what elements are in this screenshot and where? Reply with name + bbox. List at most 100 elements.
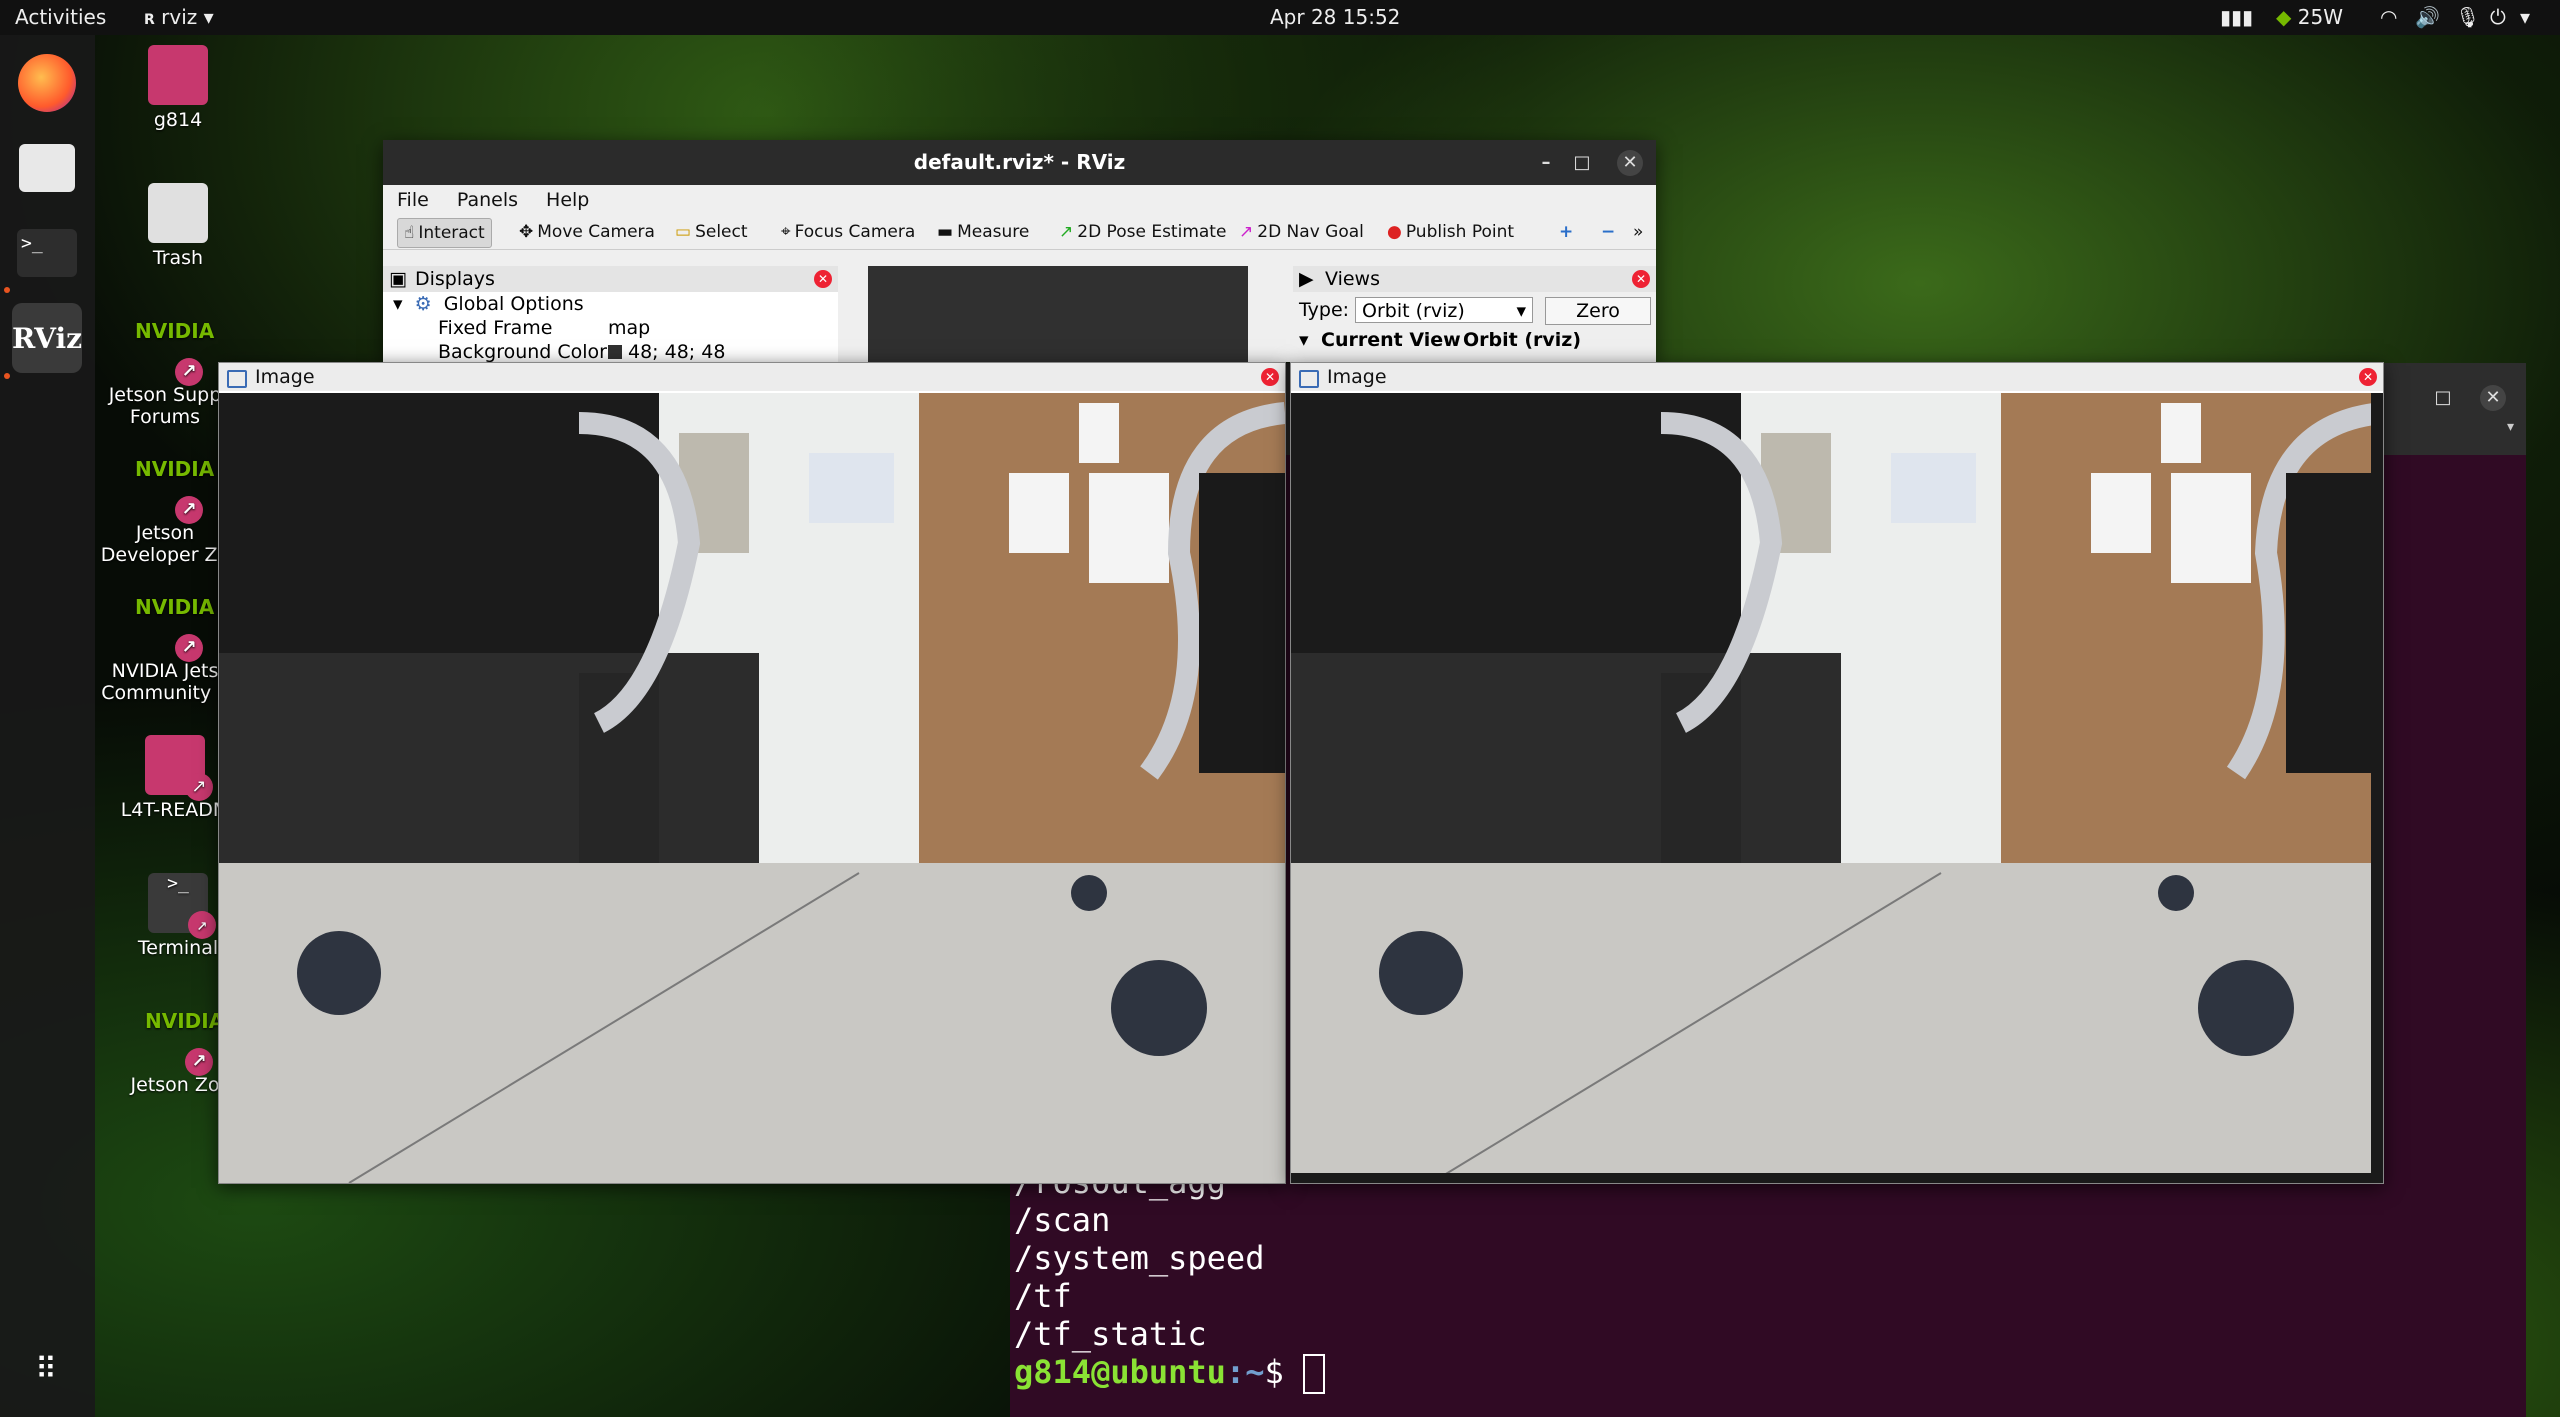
desktop-icon-jetson-forums[interactable]: NVIDIA ↗ Jetson Supp Forums: [100, 320, 230, 428]
expand-arrow-icon[interactable]: ▾: [393, 293, 403, 315]
views-panel: ▶ Views ✕ Type: Orbit (rviz) ▾ Zero ▾ Cu…: [1293, 266, 1656, 362]
close-icon[interactable]: ✕: [1617, 150, 1643, 176]
power-indicator[interactable]: ◆ 25W: [2276, 0, 2343, 35]
nvidia-icon: NVIDIA ↗: [135, 596, 214, 662]
image-window-titlebar[interactable]: Image ✕: [1291, 363, 2383, 391]
3d-viewport[interactable]: [868, 266, 1248, 362]
move-icon: ✥: [519, 222, 534, 242]
desktop-icon-label: NVIDIA Jets Community P: [101, 660, 228, 704]
tree-row-fixed-frame[interactable]: Fixed Frame map: [383, 316, 838, 340]
activities-button[interactable]: Activities: [15, 0, 106, 35]
add-tool-icon[interactable]: +: [1553, 218, 1579, 246]
camera-icon: ▶: [1299, 268, 1314, 290]
displays-panel: ▣ Displays ✕ ▾ ⚙ Global Options Fixed Fr…: [383, 266, 838, 362]
chevron-down-icon[interactable]: ▾: [2520, 0, 2530, 35]
menu-file[interactable]: File: [397, 189, 429, 211]
terminal-icon: >_ ↗: [148, 873, 216, 939]
menu-help[interactable]: Help: [546, 189, 589, 211]
tool-move-camera[interactable]: ✥ Move Camera: [513, 218, 661, 246]
property-value[interactable]: 48; 48; 48: [628, 340, 725, 362]
camera-image: [1291, 393, 2383, 1183]
select-icon: ▭: [675, 222, 692, 242]
tool-label: Select: [695, 222, 748, 242]
tree-row-background-color[interactable]: Background Color 48; 48; 48: [383, 340, 838, 362]
camera-image: [219, 393, 1285, 1183]
power-icon[interactable]: ⏻: [2490, 0, 2506, 35]
focus-icon: ⌖: [781, 222, 791, 242]
current-view-label: Current View: [1321, 329, 1461, 351]
remove-tool-icon[interactable]: −: [1595, 218, 1621, 246]
zero-button[interactable]: Zero: [1545, 297, 1651, 325]
window-title: Image: [255, 366, 315, 388]
desktop-icon-trash[interactable]: Trash: [113, 183, 243, 269]
window-icon: [1299, 370, 1319, 388]
desktop-icon-label: Trash: [152, 247, 204, 269]
volume-icon[interactable]: 🔊: [2415, 0, 2440, 35]
chevron-down-icon: ▾: [1516, 300, 1526, 322]
chevron-down-icon[interactable]: ▾: [2507, 419, 2514, 435]
desktop-icon-jetson-developer-zone[interactable]: NVIDIA ↗ Jetson Developer Zo: [100, 458, 230, 566]
close-panel-icon[interactable]: ✕: [1632, 270, 1650, 288]
rviz-titlebar[interactable]: default.rviz* - RViz – □ ✕: [383, 140, 1656, 185]
clock[interactable]: Apr 28 15:52: [1270, 0, 1400, 35]
window-icon: [227, 370, 247, 388]
terminal-prompt[interactable]: g814@ubuntu:~$: [1014, 1353, 1325, 1394]
image-window-titlebar[interactable]: Image ✕: [219, 363, 1285, 391]
desktop-icon-home[interactable]: g814: [113, 45, 243, 131]
link-arrow-icon: ↗: [175, 358, 203, 386]
tool-2d-pose-estimate[interactable]: ↗ 2D Pose Estimate: [1053, 218, 1232, 246]
show-apps-icon[interactable]: ⠿: [12, 1335, 82, 1405]
tool-bar: ☝ Interact ✥ Move Camera ▭ Select ⌖ Focus Ca…: [383, 215, 1656, 250]
maximize-icon[interactable]: □: [2430, 385, 2456, 411]
firefox-icon[interactable]: [12, 48, 82, 118]
tool-interact[interactable]: ☝ Interact: [397, 218, 492, 248]
rviz-window[interactable]: default.rviz* - RViz – □ ✕ File Panels H…: [383, 140, 1656, 362]
app-menu[interactable]: R rviz ▾: [144, 0, 214, 35]
views-header: ▶ Views ✕: [1293, 266, 1656, 292]
files-icon[interactable]: [12, 133, 82, 203]
rviz-icon[interactable]: RViz: [12, 303, 82, 373]
close-icon[interactable]: ✕: [2480, 385, 2506, 411]
tool-select[interactable]: ▭ Select: [669, 218, 754, 246]
window-title: default.rviz* - RViz: [913, 150, 1126, 174]
nvidia-icon: NVIDIA ↗: [135, 458, 214, 524]
close-icon[interactable]: ✕: [1261, 368, 1279, 386]
green-arrow-icon: ↗: [1059, 222, 1074, 242]
tool-2d-nav-goal[interactable]: ↗ 2D Nav Goal: [1233, 218, 1370, 246]
window-title: Image: [1327, 366, 1387, 388]
desktop-icon-nvidia-community[interactable]: NVIDIA↗ NVIDIA Jets Community P: [100, 596, 230, 704]
close-panel-icon[interactable]: ✕: [814, 270, 832, 288]
type-label: Type:: [1299, 299, 1350, 321]
tree-row-global-options[interactable]: ▾ ⚙ Global Options: [383, 292, 838, 316]
network-icon[interactable]: ◠: [2380, 0, 2397, 35]
terminal-icon[interactable]: >_: [12, 218, 82, 288]
microphone-icon[interactable]: 🎙: [2455, 0, 2480, 35]
link-arrow-icon: ↗: [185, 773, 213, 801]
tool-focus-camera[interactable]: ⌖ Focus Camera: [775, 218, 921, 246]
running-indicator: [4, 287, 10, 293]
current-view-row[interactable]: ▾ Current View Orbit (rviz): [1293, 328, 1656, 352]
toolbar-overflow-icon[interactable]: »: [1627, 218, 1649, 246]
home-folder-icon: [148, 45, 208, 105]
desktop-icon-label: Jetson Developer Zo: [100, 522, 230, 566]
expand-arrow-icon[interactable]: ▾: [1299, 328, 1309, 352]
property-value[interactable]: map: [608, 316, 650, 340]
rviz-app-icon: R: [144, 12, 155, 28]
view-type-select[interactable]: Orbit (rviz) ▾: [1355, 297, 1533, 323]
minimize-icon[interactable]: –: [1533, 150, 1559, 176]
image-window-left[interactable]: Image ✕: [218, 362, 1286, 1184]
tool-publish-point[interactable]: ● Publish Point: [1381, 218, 1520, 246]
running-indicator: [4, 373, 10, 379]
views-type-row: Type: Orbit (rviz) ▾ Zero: [1293, 292, 1656, 328]
link-arrow-icon: ↗: [175, 496, 203, 524]
system-monitor-icon[interactable]: ▮▮▮: [2220, 0, 2253, 35]
image-window-right[interactable]: Image ✕: [1290, 362, 2384, 1184]
maximize-icon[interactable]: □: [1569, 150, 1595, 176]
menu-panels[interactable]: Panels: [457, 189, 518, 211]
tree-label: Global Options: [443, 293, 584, 315]
displays-header: ▣ Displays ✕: [383, 266, 838, 292]
tool-measure[interactable]: ▬ Measure: [931, 218, 1035, 246]
top-bar: Activities R rviz ▾ Apr 28 15:52 ▮▮▮ ◆ 2…: [0, 0, 2560, 35]
close-icon[interactable]: ✕: [2359, 368, 2377, 386]
link-arrow-icon: ↗: [175, 634, 203, 662]
